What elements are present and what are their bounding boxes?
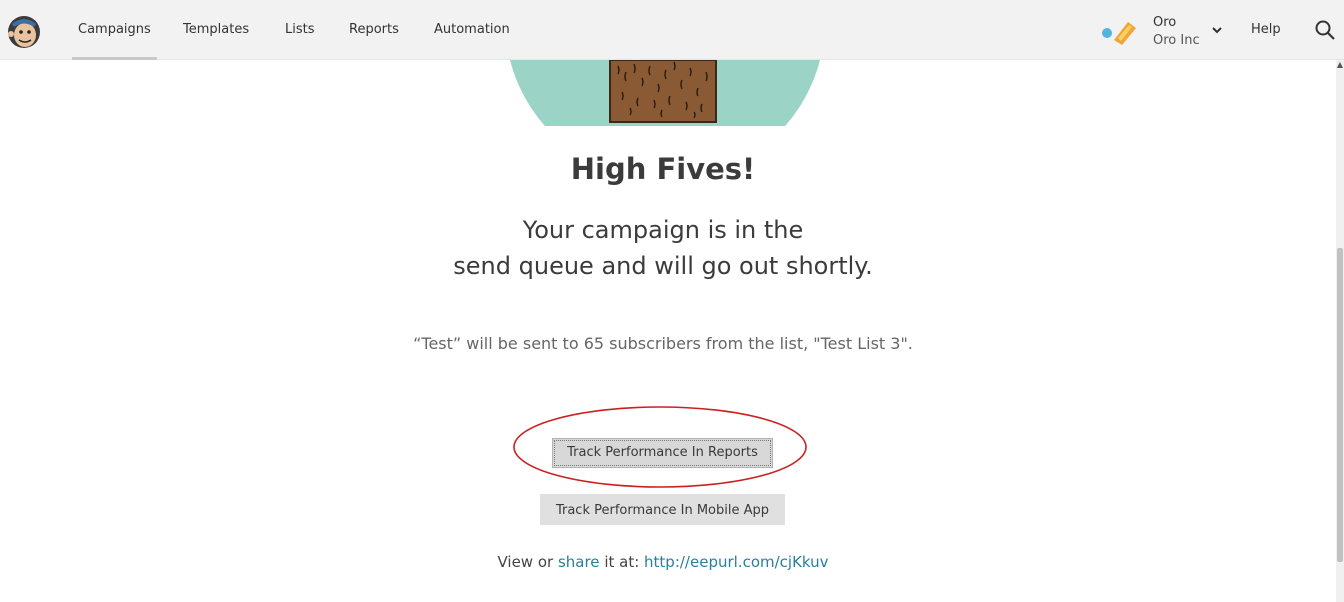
nav-reports[interactable]: Reports [349,0,399,60]
track-mobile-app-button[interactable]: Track Performance In Mobile App [540,494,785,525]
nav-automation[interactable]: Automation [434,0,510,60]
scroll-up-arrow-icon[interactable]: ▲ [1336,60,1344,70]
share-prefix: View or [497,553,558,571]
share-line: View or share it at: http://eepurl.com/c… [0,553,1326,571]
scrollbar[interactable] [1336,60,1344,602]
send-info-text: “Test” will be sent to 65 subscribers fr… [413,334,913,353]
nav-lists[interactable]: Lists [285,0,315,60]
share-link[interactable]: share [558,553,600,571]
scrollbar-thumb[interactable] [1337,248,1343,562]
chevron-down-icon[interactable] [1210,23,1224,37]
search-icon[interactable] [1314,19,1336,41]
track-reports-button[interactable]: Track Performance In Reports [552,438,773,468]
nav-help[interactable]: Help [1251,0,1281,60]
nav-templates[interactable]: Templates [183,0,249,60]
mailchimp-logo-icon[interactable] [5,12,43,50]
subline-second: send queue and will go out shortly. [453,252,873,280]
headline: High Fives! [570,152,756,186]
account-logo-icon[interactable] [1100,17,1140,47]
share-middle: it at: [599,553,645,571]
subline-first: Your campaign is in the [522,216,804,244]
top-navigation: Campaigns Templates Lists Reports Automa… [0,0,1344,60]
account-name[interactable]: Oro [1153,15,1176,30]
account-org[interactable]: Oro Inc [1153,33,1200,48]
campaign-url-link[interactable]: http://eepurl.com/cjKkuv [644,553,829,571]
nav-campaigns[interactable]: Campaigns [72,0,157,60]
